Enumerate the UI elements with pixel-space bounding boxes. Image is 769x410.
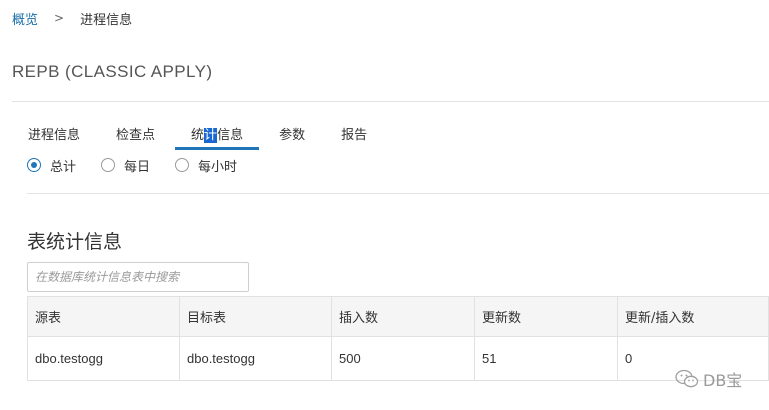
watermark: DB宝 <box>675 367 742 391</box>
period-radio-group: 总计 每日 每小时 <box>27 155 262 175</box>
tab-label: 报告 <box>341 128 368 143</box>
column-header-source-table[interactable]: 源表 <box>27 296 180 337</box>
breadcrumb-current: 进程信息 <box>80 12 133 28</box>
section-divider <box>27 193 769 194</box>
radio-daily[interactable]: 每日 <box>101 156 150 175</box>
cell-updates: 51 <box>474 336 618 381</box>
radio-hourly[interactable]: 每小时 <box>175 156 237 175</box>
table-stats-table: 源表 目标表 插入数 更新数 更新/插入数 dbo.testogg dbo.te… <box>27 296 769 381</box>
table-header-row: 源表 目标表 插入数 更新数 更新/插入数 <box>27 296 769 337</box>
radio-indicator[interactable] <box>175 158 190 172</box>
radio-label: 每小时 <box>198 159 238 175</box>
table-search-input[interactable] <box>27 262 249 292</box>
tab-label: 统计信息 <box>191 124 243 143</box>
watermark-text: DB宝 <box>703 371 743 390</box>
tab-report[interactable]: 报告 <box>325 114 383 150</box>
column-header-updates[interactable]: 更新数 <box>474 296 618 337</box>
tab-checkpoint[interactable]: 检查点 <box>100 114 171 150</box>
radio-label: 总计 <box>50 159 77 175</box>
tab-parameters[interactable]: 参数 <box>263 114 321 150</box>
header-divider <box>12 101 769 102</box>
column-header-upserts[interactable]: 更新/插入数 <box>617 296 769 337</box>
cell-target-table: dbo.testogg <box>179 336 332 381</box>
table-row[interactable]: dbo.testogg dbo.testogg 500 51 0 <box>27 336 769 381</box>
breadcrumb-separator: > <box>54 11 65 25</box>
tab-label: 进程信息 <box>28 128 81 143</box>
column-header-target-table[interactable]: 目标表 <box>179 296 332 337</box>
tab-process-info[interactable]: 进程信息 <box>12 114 96 150</box>
radio-indicator[interactable] <box>101 158 116 172</box>
table-stats-title: 表统计信息 <box>27 231 123 253</box>
tab-statistics[interactable]: 统计信息 <box>175 114 260 150</box>
radio-label: 每日 <box>124 159 151 175</box>
tab-bar: 进程信息 检查点 统计信息 参数 报告 <box>12 114 387 152</box>
cell-inserts: 500 <box>331 336 475 381</box>
wechat-icon <box>675 369 699 388</box>
page-root: 概览 > 进程信息 REPB (CLASSIC APPLY) 进程信息 检查点 … <box>0 0 769 410</box>
cell-source-table: dbo.testogg <box>27 336 180 381</box>
tab-label: 参数 <box>279 128 306 143</box>
selected-text-highlight: 计 <box>204 128 218 143</box>
radio-total[interactable]: 总计 <box>27 156 76 175</box>
breadcrumb-overview-link[interactable]: 概览 <box>12 9 38 28</box>
tab-label-suffix: 信息 <box>217 128 244 143</box>
tab-label: 检查点 <box>116 128 156 143</box>
page-title: REPB (CLASSIC APPLY) <box>12 62 213 81</box>
tab-label-prefix: 统 <box>191 128 205 143</box>
radio-checked-indicator[interactable] <box>27 158 41 172</box>
breadcrumb: 概览 > 进程信息 <box>12 9 133 28</box>
column-header-inserts[interactable]: 插入数 <box>331 296 475 337</box>
